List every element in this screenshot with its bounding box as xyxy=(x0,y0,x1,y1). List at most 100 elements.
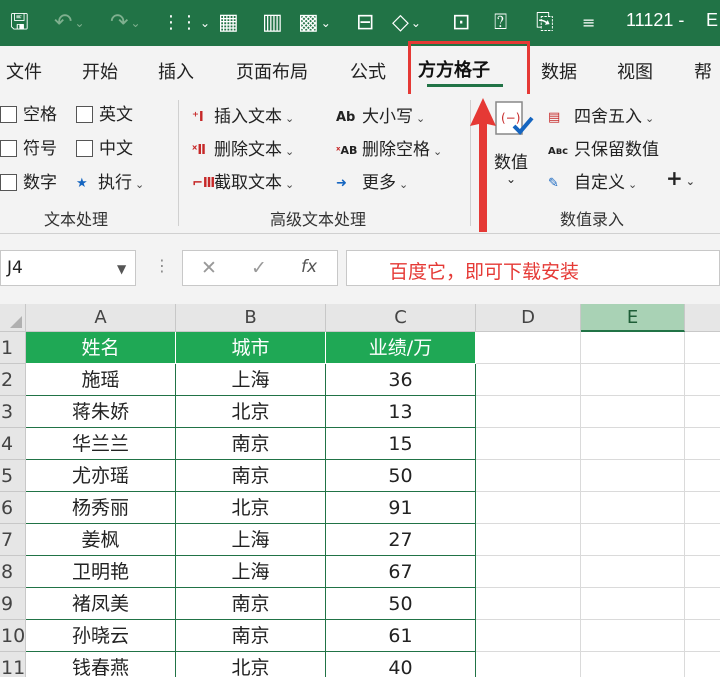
table-cell[interactable]: 上海 xyxy=(176,524,326,556)
table-cell[interactable]: 50 xyxy=(326,460,476,492)
column-header-e[interactable]: E xyxy=(581,304,685,332)
table-cell[interactable]: 36 xyxy=(326,364,476,396)
empty-cell[interactable] xyxy=(476,620,581,652)
empty-cell[interactable] xyxy=(685,332,720,364)
confirm-icon[interactable]: ✓ xyxy=(251,257,267,279)
keep-numbers-button[interactable]: Aʙᴄ 只保留数值 xyxy=(548,135,659,160)
round-button[interactable]: ▤ 四舍五入 ⌄ xyxy=(548,102,654,127)
table-cell[interactable]: 13 xyxy=(326,396,476,428)
customize-icon[interactable]: ≡ xyxy=(582,8,595,38)
row-header[interactable]: 7 xyxy=(0,524,26,556)
empty-cell[interactable] xyxy=(581,460,685,492)
empty-cell[interactable] xyxy=(685,460,720,492)
table-cell[interactable]: 孙晓云 xyxy=(26,620,176,652)
table-cell[interactable]: 61 xyxy=(326,620,476,652)
empty-cell[interactable] xyxy=(685,588,720,620)
row-header[interactable]: 10 xyxy=(0,620,26,652)
table-cell[interactable]: 南京 xyxy=(176,460,326,492)
custom-button[interactable]: ✎ 自定义 ⌄ xyxy=(548,168,637,193)
table-cell[interactable]: 施瑶 xyxy=(26,364,176,396)
empty-cell[interactable] xyxy=(581,396,685,428)
empty-cell[interactable] xyxy=(476,364,581,396)
empty-cell[interactable] xyxy=(476,524,581,556)
table-cell[interactable]: 南京 xyxy=(176,620,326,652)
empty-cell[interactable] xyxy=(685,492,720,524)
empty-cell[interactable] xyxy=(581,492,685,524)
row-header[interactable]: 1 xyxy=(0,332,26,364)
table-cell[interactable]: 15 xyxy=(326,428,476,460)
empty-cell[interactable] xyxy=(476,492,581,524)
row-header[interactable]: 3 xyxy=(0,396,26,428)
empty-cell[interactable] xyxy=(685,620,720,652)
empty-cell[interactable] xyxy=(476,556,581,588)
table-cell[interactable]: 钱春燕 xyxy=(26,652,176,677)
chevron-down-icon[interactable]: ▼ xyxy=(117,262,126,276)
table-cell[interactable]: 南京 xyxy=(176,428,326,460)
row-header[interactable]: 2 xyxy=(0,364,26,396)
row-header[interactable]: 8 xyxy=(0,556,26,588)
table-cell[interactable]: 北京 xyxy=(176,396,326,428)
empty-cell[interactable] xyxy=(581,620,685,652)
table-header-cell[interactable]: 业绩/万 xyxy=(326,332,476,364)
column-header-f[interactable] xyxy=(685,304,720,332)
empty-cell[interactable] xyxy=(685,428,720,460)
table-cell[interactable]: 67 xyxy=(326,556,476,588)
tab-insert[interactable]: 插入 xyxy=(158,58,194,84)
more-button[interactable]: ➜ 更多 ⌄ xyxy=(336,168,408,193)
empty-cell[interactable] xyxy=(476,460,581,492)
empty-cell[interactable] xyxy=(685,556,720,588)
extract-text-button[interactable]: ⌐Ⅲ截取文本 ⌄ xyxy=(192,168,294,193)
tab-view[interactable]: 视图 xyxy=(617,58,653,84)
empty-cell[interactable] xyxy=(581,364,685,396)
column-header-d[interactable]: D xyxy=(476,304,581,332)
empty-cell[interactable] xyxy=(581,652,685,677)
checkbox-symbol[interactable]: 符号 xyxy=(0,134,57,159)
select-all-corner[interactable] xyxy=(0,304,26,332)
delete-text-button[interactable]: ˣⅡ 删除文本 ⌄ xyxy=(192,135,294,160)
tab-home[interactable]: 开始 xyxy=(82,58,118,84)
name-box[interactable]: J4 ▼ xyxy=(0,250,136,286)
row-header[interactable]: 9 xyxy=(0,588,26,620)
tab-formulas[interactable]: 公式 xyxy=(350,58,386,84)
save-icon[interactable]: 🖫 xyxy=(10,8,29,38)
add-button[interactable]: + ⌄ xyxy=(666,166,695,190)
chevron-down-icon[interactable]: ⌄ xyxy=(506,172,516,186)
insert-text-button[interactable]: ⁺Ⅰ 插入文本 ⌄ xyxy=(192,102,294,127)
table-cell[interactable]: 卫明艳 xyxy=(26,556,176,588)
checkbox-space[interactable]: 空格 xyxy=(0,100,57,125)
empty-cell[interactable] xyxy=(476,428,581,460)
row-header[interactable]: 5 xyxy=(0,460,26,492)
row-header[interactable]: 6 xyxy=(0,492,26,524)
table-cell[interactable]: 上海 xyxy=(176,556,326,588)
empty-cell[interactable] xyxy=(476,396,581,428)
empty-cell[interactable] xyxy=(476,332,581,364)
empty-cell[interactable] xyxy=(685,364,720,396)
delete-space-button[interactable]: ˣAB 删除空格 ⌄ xyxy=(336,135,442,160)
table-cell[interactable]: 尤亦瑶 xyxy=(26,460,176,492)
empty-cell[interactable] xyxy=(581,588,685,620)
table-cell[interactable]: 50 xyxy=(326,588,476,620)
table-cell[interactable]: 北京 xyxy=(176,492,326,524)
cancel-icon[interactable]: ✕ xyxy=(201,257,217,279)
row-header[interactable]: 4 xyxy=(0,428,26,460)
checkbox-chinese[interactable]: 中文 xyxy=(76,134,133,159)
table-cell[interactable]: 上海 xyxy=(176,364,326,396)
redo-icon[interactable]: ↷ ⌄ xyxy=(110,8,141,38)
help-icon[interactable]: ⍰ xyxy=(494,8,507,38)
empty-cell[interactable] xyxy=(581,524,685,556)
empty-cell[interactable] xyxy=(476,588,581,620)
more-dots-icon[interactable]: ⋮ xyxy=(154,256,170,275)
table-cell[interactable]: 华兰兰 xyxy=(26,428,176,460)
table-cell[interactable]: 杨秀丽 xyxy=(26,492,176,524)
table-cell[interactable]: 姜枫 xyxy=(26,524,176,556)
empty-cell[interactable] xyxy=(685,396,720,428)
column-header-a[interactable]: A xyxy=(26,304,176,332)
tab-file[interactable]: 文件 xyxy=(6,58,42,84)
table-cell[interactable]: 27 xyxy=(326,524,476,556)
execute-button[interactable]: ★ 执行 ⌄ xyxy=(76,168,144,193)
row-header[interactable]: 11 xyxy=(0,652,26,677)
table-cell[interactable]: 褚凤美 xyxy=(26,588,176,620)
checkbox-number[interactable]: 数字 xyxy=(0,168,57,193)
table-cell[interactable]: 40 xyxy=(326,652,476,677)
numeric-button[interactable]: 数值 xyxy=(494,148,528,173)
